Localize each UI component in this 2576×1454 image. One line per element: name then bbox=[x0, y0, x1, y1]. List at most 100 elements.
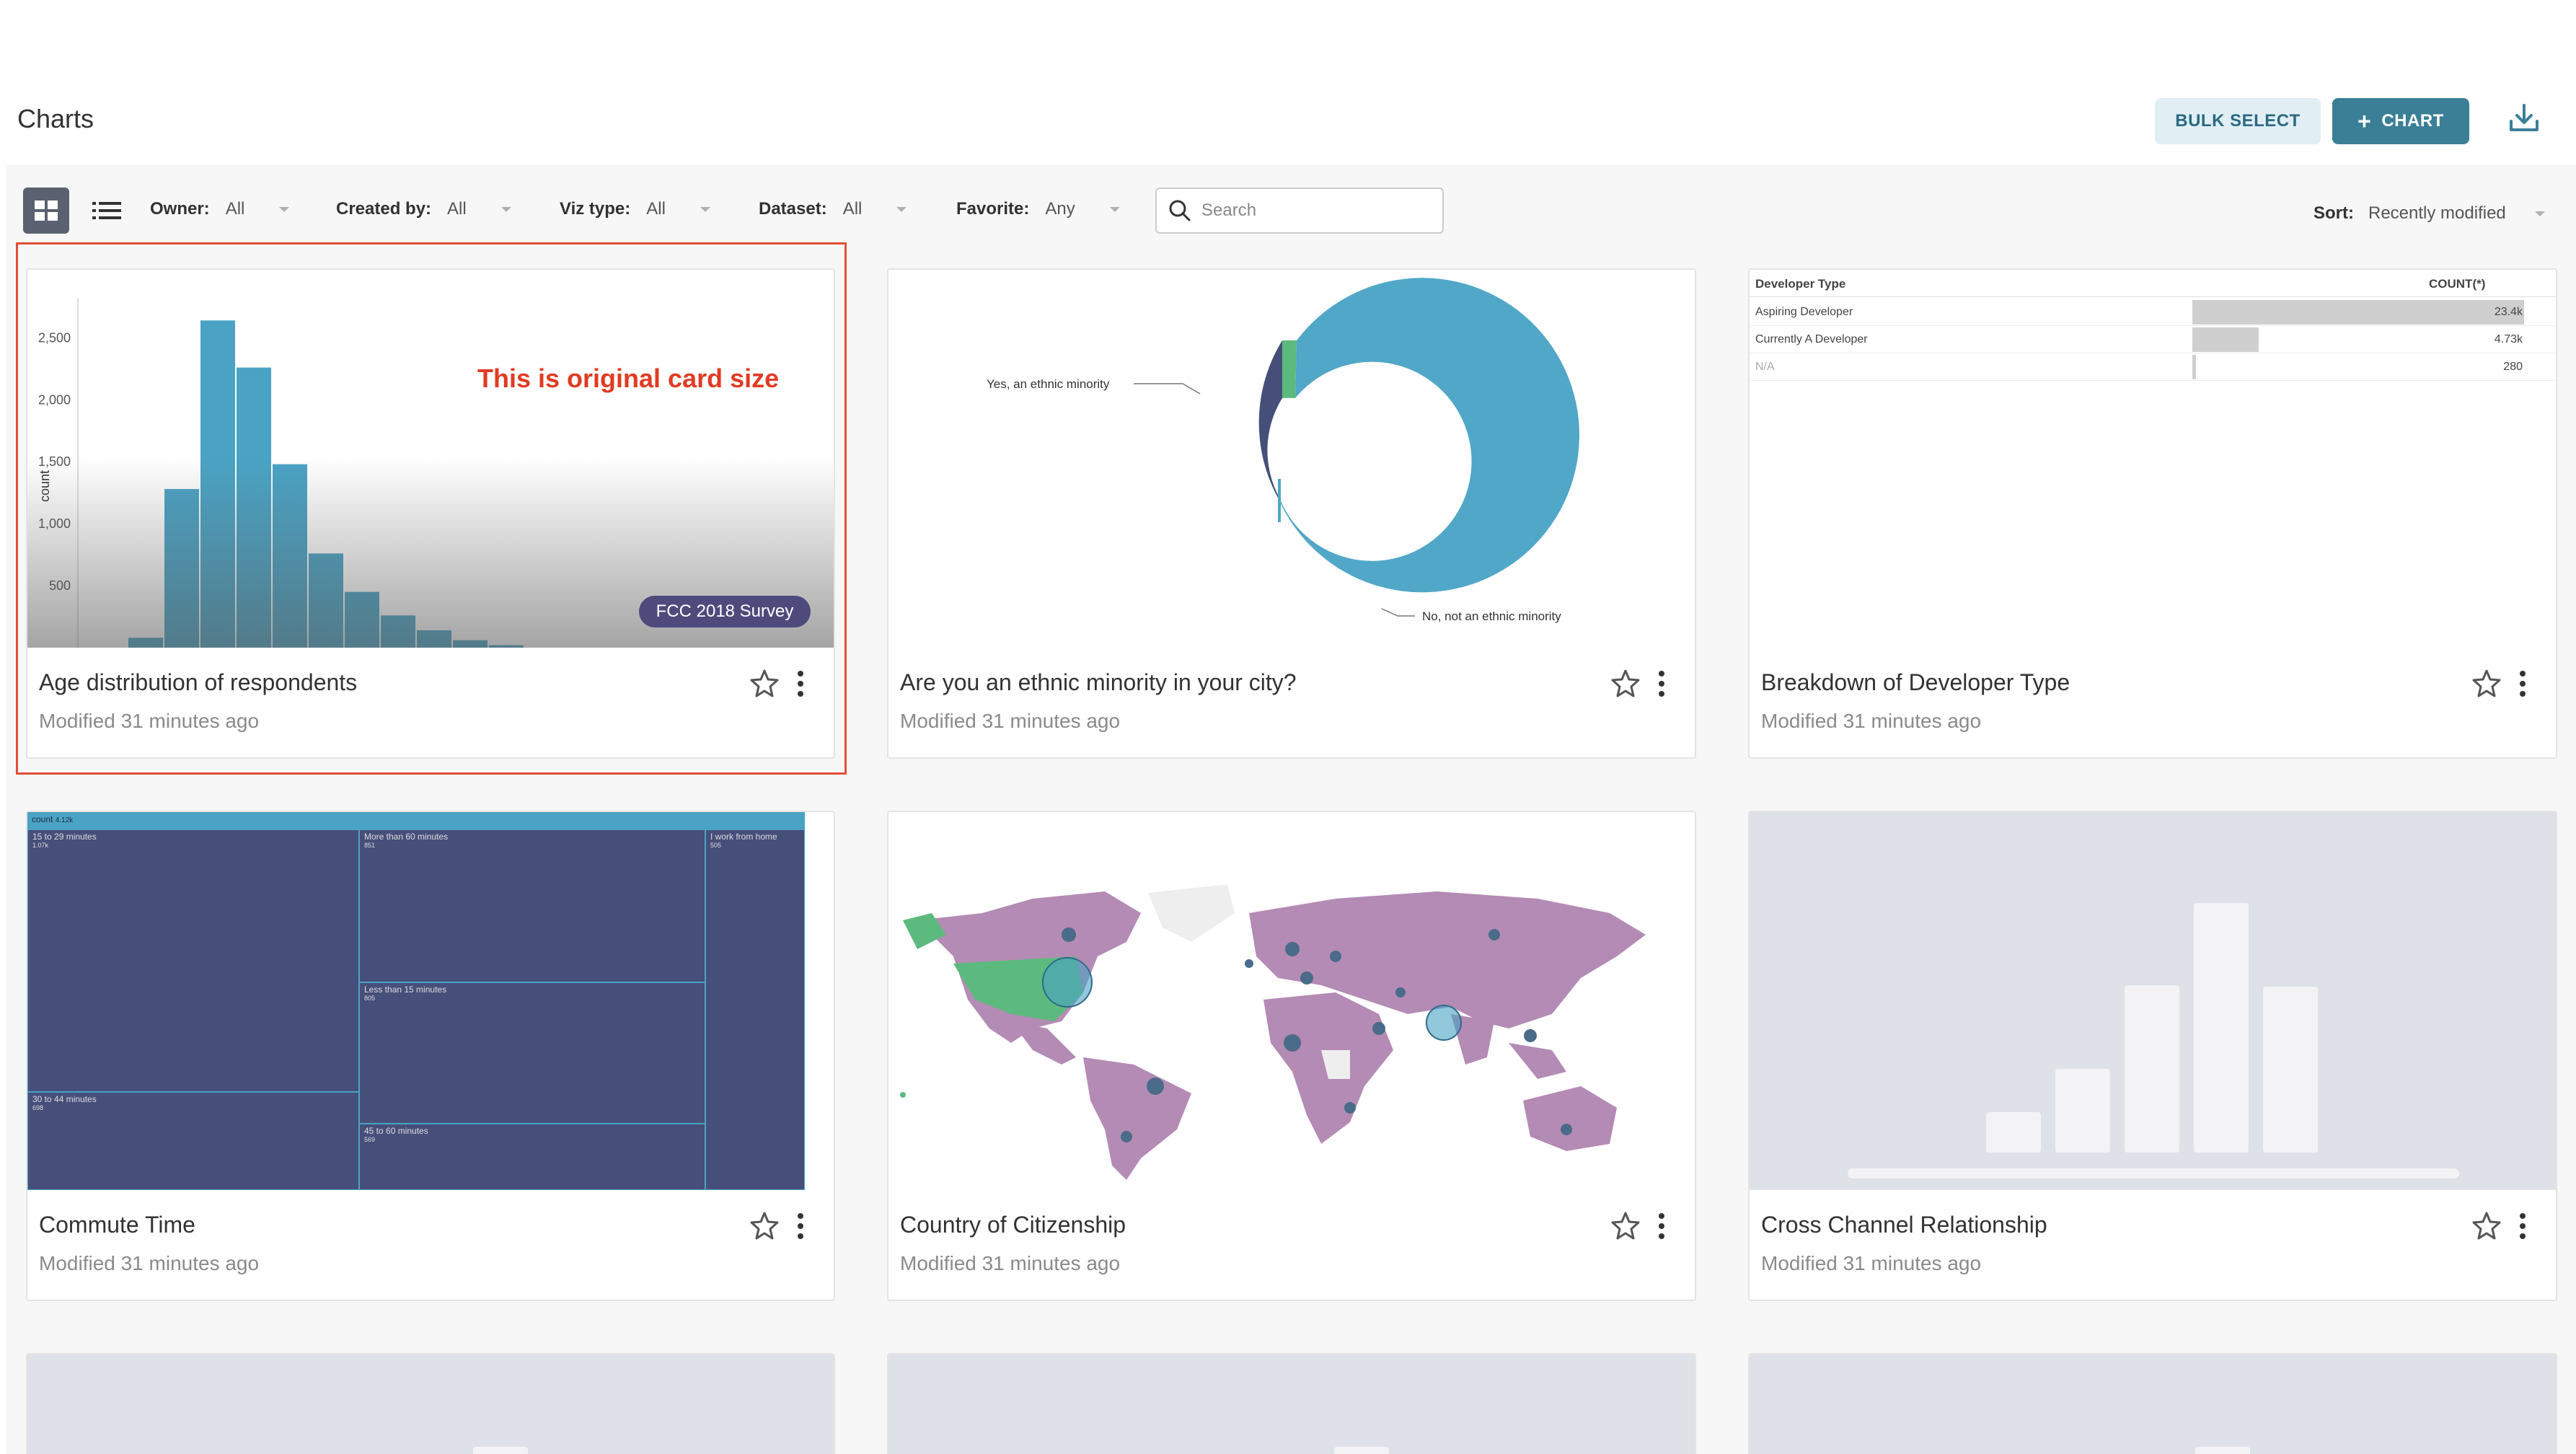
chart-thumbnail[interactable] bbox=[888, 1354, 1695, 1454]
card-title[interactable]: Cross Channel Relationship bbox=[1761, 1212, 2047, 1238]
chart-placeholder-icon bbox=[1848, 903, 2459, 1178]
chart-card[interactable] bbox=[887, 1353, 1696, 1454]
treemap-cell-label: 30 to 44 minutes bbox=[32, 1094, 97, 1104]
chart-card[interactable]: Developer Type COUNT(*) Aspiring Develop… bbox=[1748, 268, 2557, 759]
card-title[interactable]: Breakdown of Developer Type bbox=[1761, 669, 2070, 696]
chevron-down-icon bbox=[896, 206, 907, 212]
chart-thumbnail[interactable]: Yes, an ethnic minority No, not an ethni… bbox=[888, 270, 1695, 648]
map-bubble bbox=[1488, 929, 1500, 940]
more-options-icon[interactable] bbox=[2514, 668, 2531, 700]
chart-thumbnail[interactable]: Developer Type COUNT(*) Aspiring Develop… bbox=[1750, 270, 2556, 648]
chart-thumbnail[interactable] bbox=[1750, 812, 2556, 1190]
card-view-toggle[interactable] bbox=[23, 188, 69, 234]
treemap-cell-label: 45 to 60 minutes bbox=[364, 1126, 428, 1136]
dataset-filter[interactable]: Dataset: All bbox=[759, 199, 907, 219]
bulk-select-button[interactable]: BULK SELECT bbox=[2155, 98, 2321, 144]
treemap-cell-value: 1.07k bbox=[32, 842, 49, 849]
star-icon[interactable] bbox=[749, 1210, 780, 1242]
table-cell-label: Currently A Developer bbox=[1755, 333, 1868, 345]
sort-select[interactable]: Sort: Recently modified bbox=[2313, 203, 2545, 224]
created-by-filter[interactable]: Created by: All bbox=[336, 199, 511, 219]
table-header-developer-type: Developer Type bbox=[1755, 277, 1846, 291]
treemap-cell-value: 698 bbox=[32, 1104, 44, 1111]
treemap-cell-value: 569 bbox=[364, 1136, 376, 1143]
table-cell-value: 23.4k bbox=[2494, 306, 2523, 318]
viz-type-filter[interactable]: Viz type: All bbox=[560, 199, 710, 219]
treemap-cell: 45 to 60 minutes 569 bbox=[359, 1124, 705, 1190]
card-modified: Modified 31 minutes ago bbox=[39, 710, 260, 732]
table-cell-label: Aspiring Developer bbox=[1755, 306, 1853, 318]
card-title[interactable]: Are you an ethnic minority in your city? bbox=[900, 669, 1297, 696]
treemap-cell-value: 851 bbox=[364, 842, 376, 849]
favorite-filter-value: Any bbox=[1045, 199, 1075, 219]
chart-card[interactable]: Cross Channel Relationship Modified 31 m… bbox=[1748, 811, 2557, 1301]
map-bubble bbox=[1344, 1102, 1356, 1114]
star-icon[interactable] bbox=[2471, 668, 2502, 700]
chart-card[interactable] bbox=[1748, 1353, 2557, 1454]
map-region bbox=[1083, 1057, 1191, 1180]
card-modified: Modified 31 minutes ago bbox=[1761, 710, 1982, 732]
more-options-icon[interactable] bbox=[792, 1210, 809, 1242]
chart-card[interactable]: Country of Citizenship Modified 31 minut… bbox=[887, 811, 1696, 1301]
chart-card[interactable]: count 4.12k 15 to 29 minutes 1.07k More t… bbox=[26, 811, 835, 1301]
chart-card[interactable] bbox=[26, 1353, 835, 1454]
search-icon bbox=[1169, 200, 1191, 221]
list-view-toggle[interactable] bbox=[84, 188, 130, 234]
owner-filter[interactable]: Owner: All bbox=[150, 199, 290, 219]
map-bubble bbox=[1426, 1005, 1462, 1041]
treemap-cell: I work from home 505 bbox=[705, 829, 805, 1190]
map-bubble bbox=[1284, 1034, 1301, 1052]
treemap-header-value: 4.12k bbox=[55, 816, 74, 824]
map-region bbox=[1509, 1043, 1566, 1079]
treemap-cell: More than 60 minutes 851 bbox=[359, 829, 705, 982]
map-bubble bbox=[1121, 1131, 1132, 1142]
donut-slice-yes bbox=[1258, 340, 1282, 498]
more-options-icon[interactable] bbox=[1653, 1210, 1670, 1242]
map-bubble bbox=[1147, 1078, 1164, 1095]
card-title[interactable]: Commute Time bbox=[39, 1212, 195, 1238]
sort-value: Recently modified bbox=[2368, 203, 2506, 223]
donut-chart: Yes, an ethnic minority No, not an ethni… bbox=[987, 278, 1580, 623]
donut-leader-line bbox=[1134, 383, 1201, 395]
chart-card[interactable]: Yes, an ethnic minority No, not an ethni… bbox=[887, 268, 1696, 759]
star-icon[interactable] bbox=[2471, 1210, 2502, 1242]
card-title[interactable]: Country of Citizenship bbox=[900, 1212, 1126, 1238]
map-bubble bbox=[900, 1092, 906, 1098]
chart-thumbnail[interactable] bbox=[888, 812, 1695, 1190]
more-options-icon[interactable] bbox=[2514, 1210, 2531, 1242]
grid-icon bbox=[35, 201, 58, 221]
star-icon[interactable] bbox=[1610, 1210, 1641, 1242]
page-title: Charts bbox=[17, 104, 94, 133]
map-bubble bbox=[1285, 942, 1300, 956]
chevron-down-icon bbox=[279, 206, 290, 212]
chevron-down-icon bbox=[2534, 211, 2545, 216]
card-title[interactable]: Age distribution of respondents bbox=[39, 669, 357, 696]
chart-thumbnail[interactable] bbox=[27, 1354, 834, 1454]
favorite-filter[interactable]: Favorite: Any bbox=[956, 199, 1120, 219]
chart-thumbnail[interactable]: 2,5002,0001,5001,000500count bbox=[27, 270, 834, 648]
card-modified: Modified 31 minutes ago bbox=[900, 710, 1121, 732]
created-by-filter-label: Created by: bbox=[336, 199, 432, 219]
map-bubble bbox=[1330, 951, 1341, 962]
map-bubble bbox=[1372, 1022, 1385, 1035]
owner-filter-label: Owner: bbox=[150, 199, 210, 219]
star-icon[interactable] bbox=[749, 668, 780, 700]
chart-thumbnail[interactable]: count 4.12k 15 to 29 minutes 1.07k More t… bbox=[27, 812, 834, 1190]
more-options-icon[interactable] bbox=[1653, 668, 1670, 700]
donut-slice-other bbox=[1282, 340, 1297, 398]
download-icon[interactable] bbox=[2505, 100, 2543, 137]
card-modified: Modified 31 minutes ago bbox=[900, 1252, 1121, 1274]
add-chart-label: CHART bbox=[2381, 111, 2444, 131]
star-icon[interactable] bbox=[1610, 668, 1641, 700]
search-input[interactable] bbox=[1201, 201, 1432, 221]
chart-card[interactable]: 2,5002,0001,5001,000500count Age distrib… bbox=[26, 268, 835, 759]
more-options-icon[interactable] bbox=[792, 668, 809, 700]
map-bubble bbox=[1300, 971, 1313, 984]
chart-thumbnail[interactable] bbox=[1750, 1354, 2556, 1454]
donut-slice-no bbox=[1278, 278, 1580, 593]
owner-filter-value: All bbox=[225, 199, 245, 219]
table-header: Developer Type COUNT(*) bbox=[1750, 270, 2556, 297]
search-box[interactable] bbox=[1155, 188, 1444, 234]
add-chart-button[interactable]: + CHART bbox=[2332, 98, 2469, 144]
dataset-filter-label: Dataset: bbox=[759, 199, 827, 219]
